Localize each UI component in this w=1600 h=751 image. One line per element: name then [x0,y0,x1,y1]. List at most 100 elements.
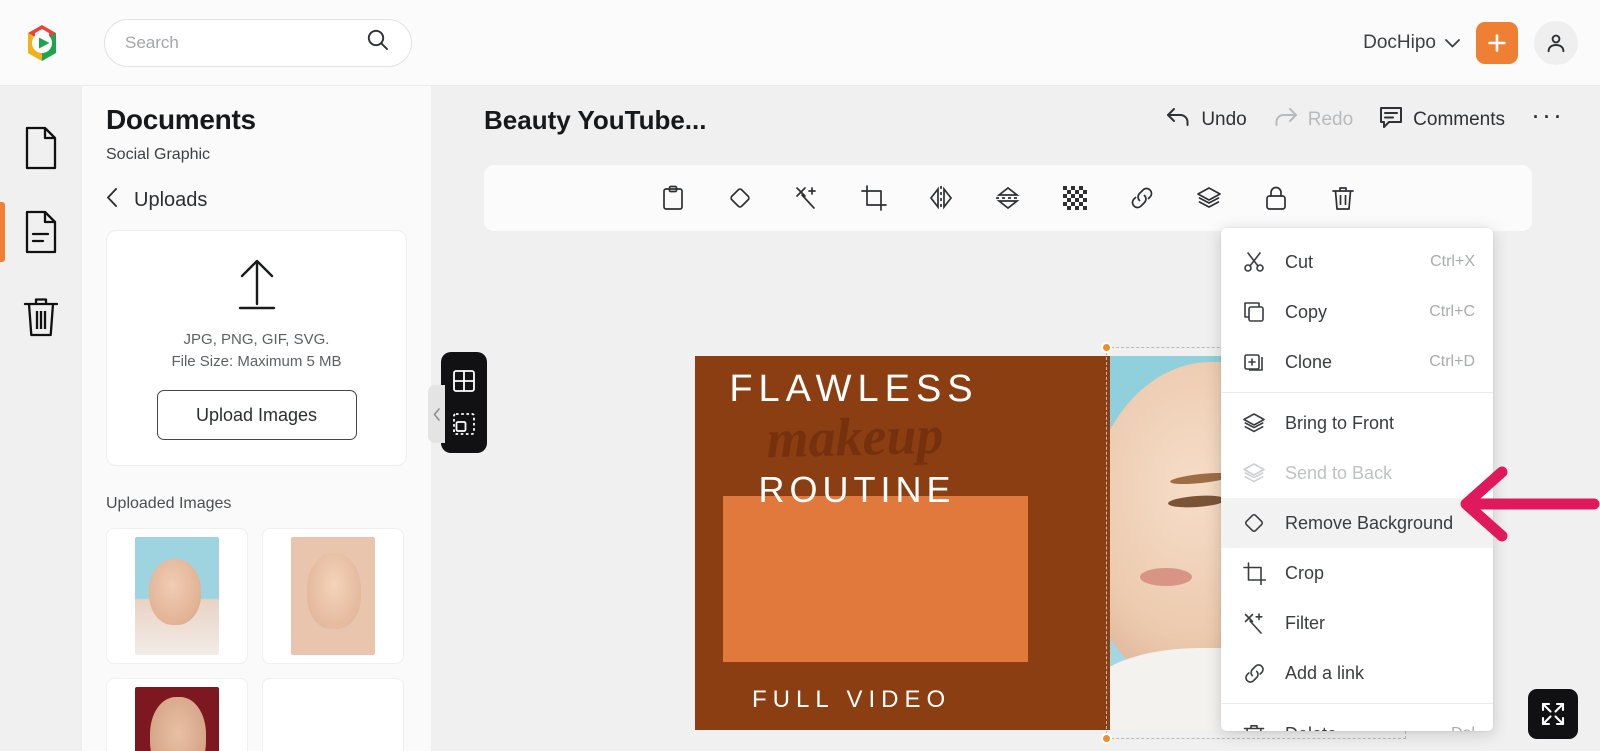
remove-background-icon[interactable] [720,178,760,218]
thumbnail-image [135,687,219,751]
design-orange-band[interactable] [723,496,1028,662]
topbar-right: DocHipo [1363,21,1578,65]
redo-label: Redo [1308,109,1353,131]
uploaded-thumbnail[interactable] [262,678,404,751]
dropzone-formats: JPG, PNG, GIF, SVG. File Size: Maximum 5… [171,329,341,373]
crop-icon [1241,562,1267,585]
context-menu-shortcut: Ctrl+X [1430,253,1475,271]
transparency-icon[interactable] [1055,178,1095,218]
context-menu-label: Crop [1285,563,1324,584]
remove-background-icon [1241,511,1267,535]
rail-item-documents[interactable] [0,106,82,190]
design-headline-2[interactable]: makeup [714,402,996,471]
context-menu-item-add-a-link[interactable]: Add a link [1221,648,1493,698]
comments-label: Comments [1413,109,1505,131]
upload-images-button[interactable]: Upload Images [157,390,357,440]
context-menu-item-delete[interactable]: Delete Del [1221,709,1493,731]
bring-front-icon [1241,412,1267,434]
context-menu-label: Send to Back [1285,463,1392,484]
thumbnail-image [135,537,219,655]
fullscreen-button[interactable] [1528,689,1578,739]
design-subtext[interactable]: FULL VIDEO [752,686,951,714]
context-menu-item-cut[interactable]: Cut Ctrl+X [1221,237,1493,287]
editor-header: Beauty YouTube... Undo [431,86,1600,154]
context-menu-label: Clone [1285,352,1332,373]
flip-vertical-icon[interactable] [988,178,1028,218]
scissors-icon [1241,251,1267,273]
panel-subtitle: Social Graphic [106,146,407,164]
uploaded-thumbnail[interactable] [262,528,404,664]
context-menu-label: Remove Background [1285,513,1453,534]
context-menu-item-copy[interactable]: Copy Ctrl+C [1221,287,1493,337]
undo-label: Undo [1201,109,1246,131]
lock-icon[interactable] [1256,178,1296,218]
context-menu-label: Delete [1285,724,1337,732]
context-menu-label: Bring to Front [1285,413,1394,434]
trash-icon [1241,723,1267,732]
copy-icon [1241,301,1267,323]
uploaded-images-grid [106,528,407,751]
context-menu-label: Filter [1285,613,1325,634]
design-headline-3[interactable]: ROUTINE [731,469,983,511]
layers-icon[interactable] [1189,178,1229,218]
page-title: Documents [106,104,407,136]
rail-item-trash[interactable] [0,274,82,358]
context-menu-item-crop[interactable]: Crop [1221,548,1493,598]
selection-handle-bottom-left[interactable] [1101,733,1112,744]
flip-horizontal-icon[interactable] [921,178,961,218]
chevron-left-icon [106,188,118,212]
trash-icon[interactable] [1323,178,1363,218]
context-menu-item-send-to-back: Send to Back [1221,448,1493,498]
element-toolbar [484,165,1532,231]
create-new-button[interactable] [1476,22,1518,64]
uploaded-thumbnail[interactable] [106,528,248,664]
context-menu-item-clone[interactable]: Clone Ctrl+D [1221,337,1493,387]
uploads-back-nav[interactable]: Uploads [106,188,407,212]
rail-item-templates[interactable] [0,190,82,274]
app-root: DocHipo [0,0,1600,751]
context-menu-divider [1221,392,1493,393]
clipboard-icon[interactable] [653,178,693,218]
crop-icon[interactable] [854,178,894,218]
undo-icon [1166,106,1191,134]
context-menu-item-bring-to-front[interactable]: Bring to Front [1221,398,1493,448]
selection-handle-top-left[interactable] [1101,342,1112,353]
dochipo-logo[interactable] [20,21,64,65]
resize-icon[interactable] [451,411,477,437]
redo-button[interactable]: Redo [1273,106,1353,134]
context-menu-label: Add a link [1285,663,1364,684]
grid-icon[interactable] [451,368,477,394]
search-icon[interactable] [365,27,391,58]
context-menu-divider [1221,703,1493,704]
send-back-icon [1241,462,1267,484]
link-icon[interactable] [1122,178,1162,218]
panel-collapse-handle[interactable] [428,385,445,443]
uploads-panel: Documents Social Graphic Uploads JPG, PN… [82,86,431,751]
workspace-switcher[interactable]: DocHipo [1363,32,1460,54]
redo-icon [1273,106,1298,134]
filesize-text: File Size: Maximum 5 MB [171,353,341,370]
thumbnail-image [291,537,375,655]
more-options-button[interactable]: ··· [1531,109,1564,132]
editor-header-actions: Undo Redo [1166,106,1564,135]
context-menu-label: Cut [1285,252,1313,273]
filter-wand-icon[interactable] [787,178,827,218]
uploaded-images-label: Uploaded Images [106,495,407,513]
account-avatar[interactable] [1534,21,1578,65]
uploaded-thumbnail[interactable] [106,678,248,751]
search-input[interactable] [125,33,365,53]
undo-button[interactable]: Undo [1166,106,1246,134]
search-box[interactable] [104,19,412,67]
photo-lip [1140,568,1192,586]
formats-text: JPG, PNG, GIF, SVG. [184,331,330,348]
workspace-label: DocHipo [1363,32,1436,54]
top-bar: DocHipo [0,0,1600,86]
upload-dropzone[interactable]: JPG, PNG, GIF, SVG. File Size: Maximum 5… [106,230,407,466]
context-menu-label: Copy [1285,302,1327,323]
upload-arrow-icon [233,256,281,315]
context-menu-shortcut: Ctrl+D [1429,353,1475,371]
comment-icon [1379,106,1403,135]
comments-button[interactable]: Comments [1379,106,1505,135]
context-menu-item-filter[interactable]: Filter [1221,598,1493,648]
context-menu-item-remove-background[interactable]: Remove Background [1221,498,1493,548]
